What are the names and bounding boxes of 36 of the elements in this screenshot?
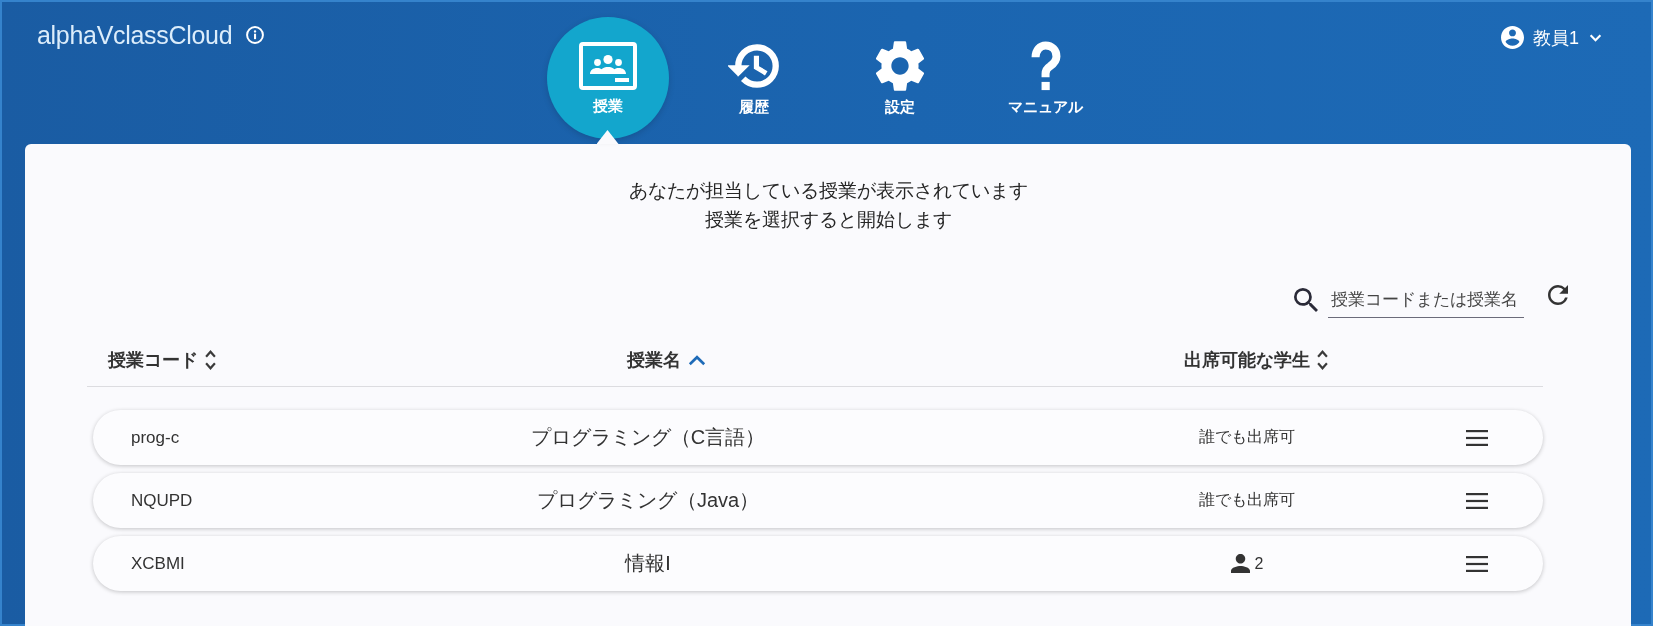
help-icon	[1030, 41, 1061, 91]
search-icon	[1294, 288, 1318, 312]
attendance-status: 誰でも出席可	[1199, 427, 1295, 447]
class-code: XCBMI	[131, 553, 185, 574]
menu-icon[interactable]	[1466, 555, 1488, 572]
refresh-icon[interactable]	[1548, 285, 1568, 305]
app-logo: alphaVclassCloud	[37, 21, 233, 49]
class-code: prog-c	[131, 427, 180, 448]
search-field[interactable]: 授業コードまたは授業名	[1328, 282, 1524, 318]
class-name: プログラミング（C言語）	[530, 425, 766, 450]
class-code: NQUPD	[131, 490, 193, 511]
class-row[interactable]: XCBMI 情報Ⅰ 2	[93, 536, 1543, 591]
column-header[interactable]: 授業名	[626, 349, 706, 371]
history-icon	[728, 44, 779, 88]
menu-icon[interactable]	[1466, 429, 1488, 446]
info-icon[interactable]	[246, 26, 265, 44]
class-name: プログラミング（Java）	[536, 488, 760, 513]
classroom-icon	[578, 42, 637, 90]
attendance-status: 誰でも出席可	[1199, 490, 1295, 510]
class-row[interactable]: NQUPD プログラミング（Java） 誰でも出席可	[93, 473, 1543, 528]
column-header[interactable]: 授業コード	[108, 349, 216, 371]
class-name: 情報Ⅰ	[625, 551, 671, 576]
instruction-text: 授業を選択すると開始します	[704, 208, 952, 232]
nav-tab[interactable]: 履歴	[728, 41, 779, 115]
instruction-text: あなたが担当している授業が表示されています	[628, 179, 1028, 203]
account-icon	[1501, 26, 1524, 49]
student-count: 2	[1254, 554, 1264, 573]
nav-tab[interactable]: 設定	[875, 41, 924, 115]
nav-tab[interactable]: マニュアル	[1008, 41, 1083, 115]
user-menu-button[interactable]: 教員1	[1501, 26, 1602, 49]
chevron-down-icon	[1589, 33, 1602, 42]
class-row[interactable]: prog-c プログラミング（C言語） 誰でも出席可	[93, 410, 1543, 465]
column-header[interactable]: 出席可能な学生	[1184, 349, 1328, 371]
settings-icon	[875, 41, 924, 91]
person-icon	[1230, 554, 1250, 573]
menu-icon[interactable]	[1466, 492, 1488, 509]
